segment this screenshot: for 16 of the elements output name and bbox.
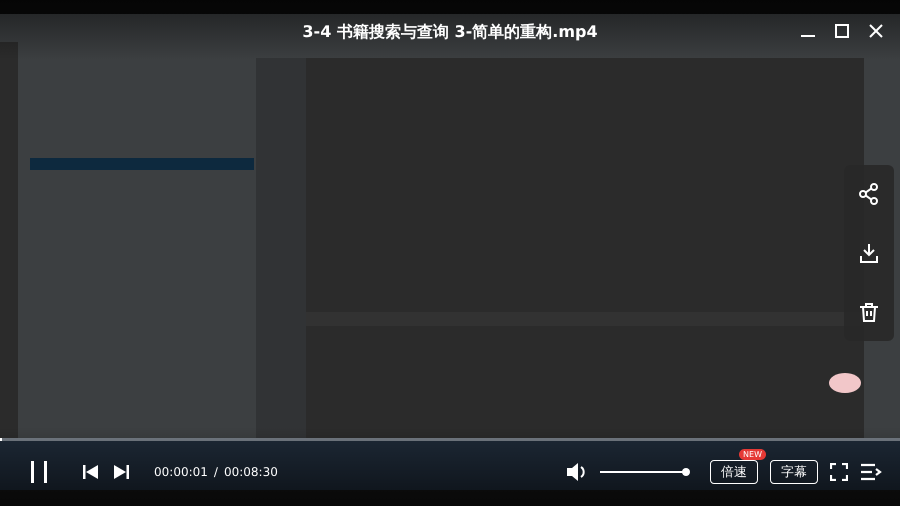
trash-icon[interactable] <box>858 300 880 323</box>
previous-icon[interactable] <box>82 464 100 480</box>
download-icon[interactable] <box>858 242 880 264</box>
maximize-icon[interactable] <box>834 23 850 39</box>
next-icon[interactable] <box>112 464 130 480</box>
share-icon[interactable] <box>858 183 880 206</box>
close-icon[interactable] <box>868 23 884 39</box>
current-time: 00:00:01 <box>154 465 208 479</box>
duration: 00:08:30 <box>224 465 278 479</box>
subtitle-button[interactable]: 字幕 <box>770 460 818 484</box>
pause-icon[interactable] <box>28 460 50 484</box>
time-separator: / <box>214 465 218 479</box>
video-title: 3-4 书籍搜索与查询 3-简单的重构.mp4 <box>302 22 598 43</box>
fullscreen-icon[interactable] <box>830 463 848 481</box>
new-badge: NEW <box>739 449 766 460</box>
playlist-icon[interactable] <box>860 463 882 481</box>
